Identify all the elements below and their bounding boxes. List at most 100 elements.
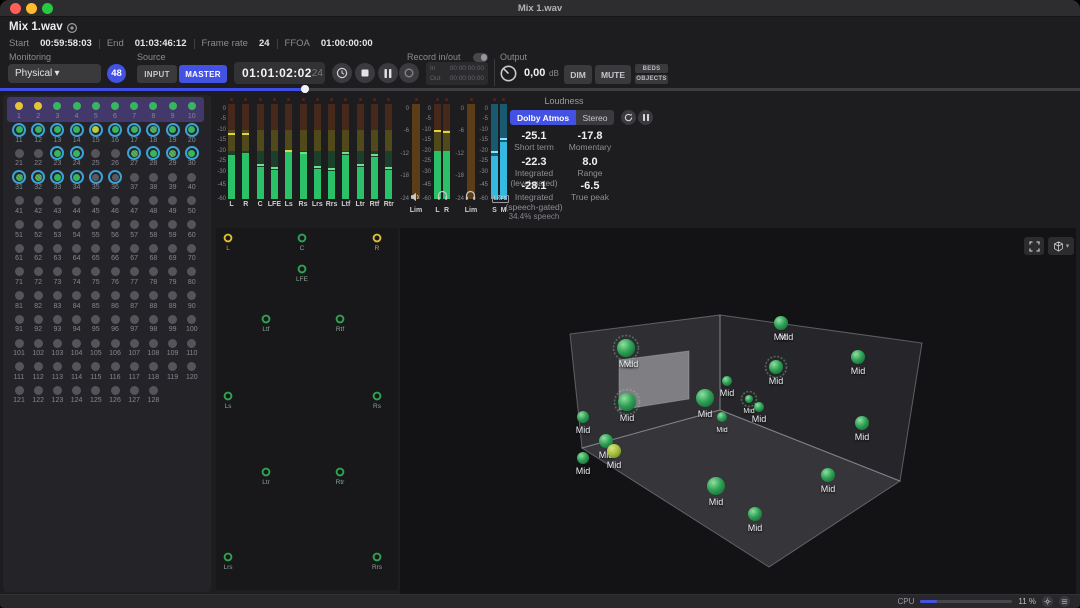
channel-dot[interactable] — [184, 217, 200, 233]
channel-dot[interactable] — [49, 169, 65, 185]
audio-object[interactable] — [769, 360, 783, 374]
speaker-dot-Rrs[interactable] — [374, 554, 381, 561]
playback-handle[interactable] — [301, 85, 309, 93]
channel-dot[interactable] — [126, 145, 142, 161]
audio-object[interactable] — [577, 452, 589, 464]
channel-dot[interactable] — [165, 240, 181, 256]
loudness-reset-button[interactable] — [621, 110, 636, 125]
channel-dot[interactable] — [49, 193, 65, 209]
channel-dot[interactable] — [107, 335, 123, 351]
channel-dot[interactable] — [88, 359, 104, 375]
channel-dot[interactable] — [69, 122, 85, 138]
dim-button[interactable]: DIM — [564, 65, 592, 84]
channel-dot[interactable] — [165, 122, 181, 138]
file-eye-icon[interactable] — [66, 22, 78, 34]
channel-dot[interactable] — [126, 288, 142, 304]
channel-dot[interactable] — [184, 311, 200, 327]
channel-dot[interactable] — [30, 335, 46, 351]
channel-dot[interactable] — [107, 98, 123, 114]
channel-dot[interactable] — [69, 359, 85, 375]
channel-dot[interactable] — [30, 311, 46, 327]
channel-dot[interactable] — [30, 382, 46, 398]
channel-dot[interactable] — [145, 359, 161, 375]
channel-dot[interactable] — [184, 145, 200, 161]
channel-dot[interactable] — [126, 382, 142, 398]
channel-dot[interactable] — [49, 288, 65, 304]
audio-object[interactable] — [577, 411, 589, 423]
channel-dot[interactable] — [126, 169, 142, 185]
channel-dot[interactable] — [165, 264, 181, 280]
channel-dot[interactable] — [145, 193, 161, 209]
channel-dot[interactable] — [107, 145, 123, 161]
channel-dot[interactable] — [49, 217, 65, 233]
channel-dot[interactable] — [165, 217, 181, 233]
channel-dot[interactable] — [107, 169, 123, 185]
channel-dot[interactable] — [69, 169, 85, 185]
speaker-dot-Ltf[interactable] — [263, 316, 270, 323]
channel-dot[interactable] — [30, 193, 46, 209]
channel-dot[interactable] — [145, 311, 161, 327]
channel-dot[interactable] — [145, 240, 161, 256]
channel-dot[interactable] — [69, 240, 85, 256]
audio-object[interactable] — [754, 402, 764, 412]
channel-dot[interactable] — [107, 264, 123, 280]
channel-dot[interactable] — [126, 311, 142, 327]
speaker-dot-C[interactable] — [299, 235, 306, 242]
list-icon[interactable] — [1059, 596, 1070, 607]
channel-dot[interactable] — [49, 240, 65, 256]
audio-object[interactable] — [774, 316, 788, 330]
channel-dot[interactable] — [145, 382, 161, 398]
mute-button[interactable]: MUTE — [595, 65, 631, 84]
channel-dot[interactable] — [88, 311, 104, 327]
channel-dot[interactable] — [126, 217, 142, 233]
channel-dot[interactable] — [184, 98, 200, 114]
audio-object[interactable] — [696, 389, 714, 407]
loudness-pause-button[interactable] — [638, 110, 653, 125]
playback-slider[interactable] — [0, 88, 1080, 91]
channel-dot[interactable] — [69, 98, 85, 114]
channel-dot[interactable] — [145, 169, 161, 185]
channel-dot[interactable] — [30, 359, 46, 375]
channel-dot[interactable] — [30, 122, 46, 138]
channel-dot[interactable] — [165, 359, 181, 375]
channel-dot[interactable] — [88, 145, 104, 161]
audio-object[interactable] — [618, 393, 636, 411]
view-mode-button[interactable]: ▾ — [1048, 237, 1074, 255]
channel-dot[interactable] — [165, 98, 181, 114]
channel-dot[interactable] — [11, 359, 27, 375]
channel-dot[interactable] — [69, 193, 85, 209]
channel-dot[interactable] — [126, 98, 142, 114]
speaker-dot-Rtf[interactable] — [337, 316, 344, 323]
speaker-dot-Rs[interactable] — [374, 393, 381, 400]
audio-object[interactable] — [722, 376, 732, 386]
source-master-button[interactable]: MASTER — [179, 65, 227, 83]
audio-object[interactable] — [745, 395, 753, 403]
channel-dot[interactable] — [49, 311, 65, 327]
channel-dot[interactable] — [30, 98, 46, 114]
record-inout-toggle[interactable] — [473, 53, 488, 62]
channel-dot[interactable] — [126, 335, 142, 351]
monitoring-select[interactable]: Physical ▾ — [8, 64, 101, 83]
speaker-dot-R[interactable] — [374, 235, 381, 242]
channel-dot[interactable] — [107, 122, 123, 138]
speaker-dot-L[interactable] — [225, 235, 232, 242]
channel-dot[interactable] — [184, 288, 200, 304]
audio-object[interactable] — [617, 339, 635, 357]
channel-dot[interactable] — [49, 264, 65, 280]
channel-dot[interactable] — [184, 169, 200, 185]
channel-dot[interactable] — [107, 193, 123, 209]
record-button[interactable] — [399, 63, 419, 83]
channel-dot[interactable] — [126, 264, 142, 280]
channel-dot[interactable] — [49, 98, 65, 114]
channel-dot[interactable] — [11, 217, 27, 233]
channel-dot[interactable] — [126, 359, 142, 375]
audio-object[interactable] — [748, 507, 762, 521]
audio-object[interactable] — [607, 444, 621, 458]
objects-button[interactable]: OBJECTS — [635, 75, 668, 84]
channel-dot[interactable] — [165, 193, 181, 209]
channel-dot[interactable] — [11, 98, 27, 114]
audio-object[interactable] — [855, 416, 869, 430]
settings-icon[interactable] — [1042, 596, 1053, 607]
channel-dot[interactable] — [11, 264, 27, 280]
audio-object[interactable] — [821, 468, 835, 482]
